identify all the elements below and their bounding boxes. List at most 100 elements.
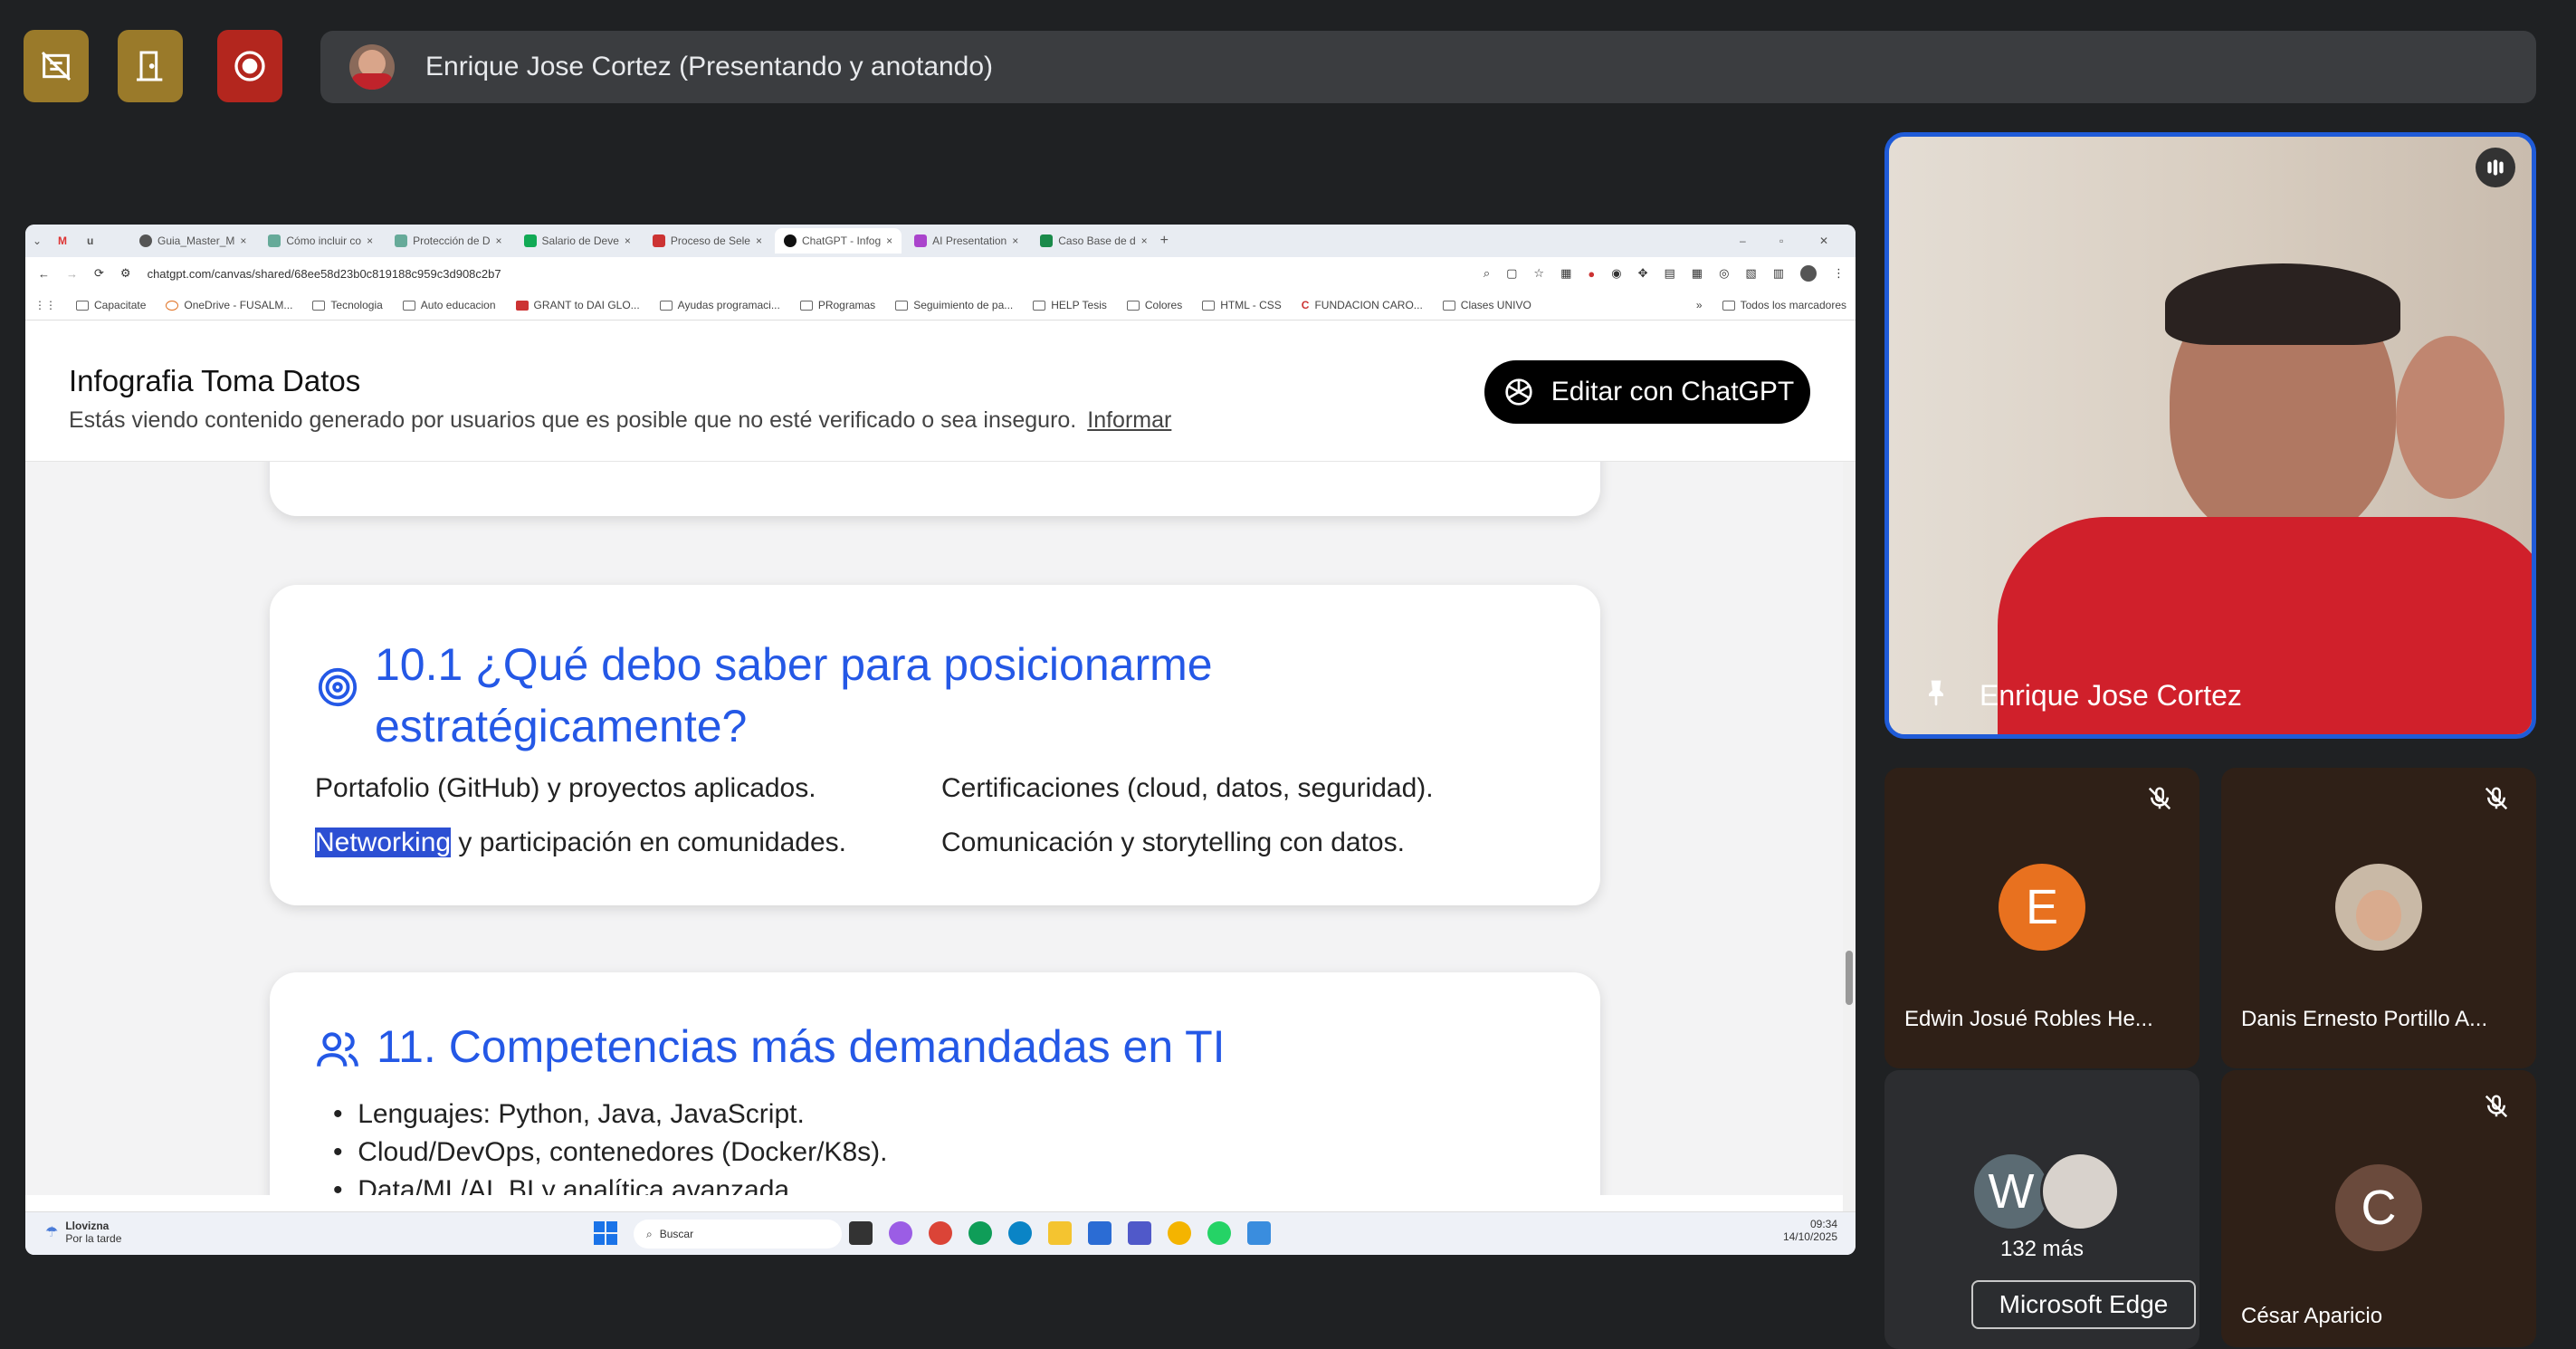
task-view-icon[interactable] bbox=[849, 1221, 873, 1245]
url-text[interactable]: chatgpt.com/canvas/shared/68ee58d23b0c81… bbox=[148, 267, 501, 281]
extension-icon[interactable]: ▦ bbox=[1560, 266, 1571, 281]
list-item: Comunicación y storytelling con datos. bbox=[941, 828, 1405, 857]
list-item: Networking y participación en comunidade… bbox=[315, 828, 846, 857]
maximize-icon[interactable]: ▫ bbox=[1779, 234, 1816, 247]
leave-button[interactable] bbox=[118, 30, 183, 102]
bookmark-item[interactable]: Auto educacion bbox=[402, 299, 496, 311]
main-participant-tile[interactable]: Enrique Jose Cortez bbox=[1884, 132, 2536, 739]
extension-icon[interactable]: ◎ bbox=[1719, 266, 1729, 281]
bookmark-item[interactable]: PRogramas bbox=[799, 299, 875, 311]
extensions-puzzle-icon[interactable]: ✥ bbox=[1638, 266, 1648, 281]
canvas-content: 10.1 ¿Qué debo saber para posicionarme es… bbox=[25, 462, 1856, 1195]
page-scrollbar[interactable] bbox=[1843, 462, 1856, 1211]
tab-search-icon[interactable]: ⌄ bbox=[33, 234, 54, 247]
profile-avatar[interactable] bbox=[1800, 265, 1817, 282]
participant-tile[interactable]: E Edwin Josué Robles He... bbox=[1884, 768, 2199, 1068]
page-icon[interactable]: ▢ bbox=[1506, 266, 1517, 281]
browser-tab[interactable]: Protección de D × bbox=[386, 228, 510, 254]
browser-tab[interactable]: Cómo incluir co × bbox=[259, 228, 382, 254]
menu-icon[interactable]: ⋮ bbox=[1833, 266, 1845, 281]
teams-icon[interactable] bbox=[1128, 1221, 1151, 1245]
extension-icon[interactable]: ◉ bbox=[1611, 266, 1621, 281]
taskbar-search[interactable]: ⌕ Buscar bbox=[634, 1220, 842, 1249]
chrome-icon[interactable] bbox=[968, 1221, 992, 1245]
browser-tab[interactable]: Proceso de Sele × bbox=[644, 228, 771, 254]
bookmark-item[interactable]: Capacitate bbox=[76, 299, 146, 311]
section-10-1-card: 10.1 ¿Qué debo saber para posicionarme es… bbox=[270, 585, 1600, 905]
presenter-bar: Enrique Jose Cortez (Presentando y anota… bbox=[320, 31, 2536, 103]
chrome-icon[interactable] bbox=[1168, 1221, 1191, 1245]
annotation-off-button[interactable] bbox=[24, 30, 89, 102]
apps-icon[interactable]: ⋮⋮ bbox=[34, 299, 56, 311]
extension-icon[interactable]: ▦ bbox=[1692, 266, 1703, 281]
back-icon[interactable]: ← bbox=[38, 267, 50, 281]
gmail-icon[interactable]: M bbox=[58, 234, 80, 247]
presenter-text: Enrique Jose Cortez (Presentando y anota… bbox=[425, 52, 994, 81]
copilot-icon[interactable] bbox=[889, 1221, 912, 1245]
bookmark-star-icon[interactable]: ☆ bbox=[1533, 266, 1544, 281]
participant-tile[interactable]: C César Aparicio bbox=[2221, 1070, 2536, 1347]
bookmark-item[interactable]: Seguimiento de pa... bbox=[895, 299, 1013, 311]
bookmark-item[interactable]: Colores bbox=[1126, 299, 1182, 311]
chrome-icon[interactable] bbox=[929, 1221, 952, 1245]
weather-widget[interactable]: ☂ Llovizna Por la tarde bbox=[45, 1220, 121, 1245]
pinned-tab-u-icon[interactable]: u bbox=[87, 234, 105, 247]
section-heading: 10.1 ¿Qué debo saber para posicionarme es… bbox=[375, 639, 1213, 751]
list-item: Portafolio (GitHub) y proyectos aplicado… bbox=[315, 773, 816, 803]
extension-icon[interactable]: ▧ bbox=[1745, 266, 1756, 281]
participant-name: Enrique Jose Cortez bbox=[1980, 679, 2242, 712]
browser-tab-active[interactable]: ChatGPT - Infog × bbox=[775, 228, 902, 254]
more-bookmarks-icon[interactable]: » bbox=[1696, 299, 1703, 311]
browser-tab[interactable]: AI Presentation × bbox=[905, 228, 1027, 254]
browser-tab[interactable]: Salario de Deve × bbox=[515, 228, 640, 254]
avatar: W bbox=[1971, 1152, 2051, 1231]
forward-icon[interactable]: → bbox=[66, 267, 78, 281]
bookmark-item[interactable]: Ayudas programaci... bbox=[659, 299, 780, 311]
all-bookmarks[interactable]: Todos los marcadores bbox=[1722, 299, 1846, 311]
clock[interactable]: 09:34 14/10/2025 bbox=[1783, 1218, 1837, 1243]
pin-icon[interactable] bbox=[1922, 678, 1951, 707]
record-button[interactable] bbox=[217, 30, 282, 102]
browser-tab[interactable]: Guia_Master_M × bbox=[130, 228, 255, 254]
sidepanel-icon[interactable]: ▥ bbox=[1773, 266, 1784, 281]
report-link[interactable]: Informar bbox=[1087, 407, 1171, 433]
address-bar[interactable]: ← → ⟳ ⚙ chatgpt.com/canvas/shared/68ee58… bbox=[25, 257, 1856, 290]
minimize-icon[interactable]: – bbox=[1740, 234, 1776, 247]
shared-screen: ⌄ M u Guia_Master_M × Cómo incluir co × … bbox=[25, 225, 1856, 1255]
browser-tab[interactable]: Caso Base de d × bbox=[1031, 228, 1156, 254]
avatar bbox=[2335, 864, 2422, 951]
person-hair bbox=[2165, 263, 2400, 345]
app-icon[interactable] bbox=[1247, 1221, 1271, 1245]
bookmark-item[interactable]: Tecnologia bbox=[312, 299, 383, 311]
edit-with-chatgpt-button[interactable]: Editar con ChatGPT bbox=[1484, 360, 1810, 424]
search-icon: ⌕ bbox=[646, 1227, 653, 1240]
bookmark-item[interactable]: HELP Tesis bbox=[1033, 299, 1107, 311]
avatar: E bbox=[1999, 864, 2085, 951]
selected-text[interactable]: Networking bbox=[315, 828, 452, 857]
windows-start-icon[interactable] bbox=[594, 1221, 619, 1247]
record-icon bbox=[234, 51, 265, 81]
site-info-icon[interactable]: ⚙ bbox=[120, 266, 131, 281]
participant-tile[interactable]: Danis Ernesto Portillo A... bbox=[2221, 768, 2536, 1068]
page-header: Infografia Toma Datos Estás viendo conte… bbox=[25, 321, 1856, 462]
bookmark-item[interactable]: OneDrive - FUSALM... bbox=[166, 299, 292, 311]
reload-icon[interactable]: ⟳ bbox=[94, 266, 104, 281]
edge-icon[interactable] bbox=[1008, 1221, 1032, 1245]
bookmark-item[interactable]: C FUNDACION CARO... bbox=[1302, 299, 1423, 311]
presenter-avatar bbox=[349, 44, 395, 90]
target-icon bbox=[318, 667, 358, 707]
bookmark-item[interactable]: Clases UNIVO bbox=[1442, 299, 1531, 311]
more-count: 132 más bbox=[1999, 1237, 2085, 1261]
openai-logo-icon bbox=[1505, 378, 1532, 406]
extension-icon[interactable]: ● bbox=[1588, 267, 1595, 281]
file-explorer-icon[interactable] bbox=[1048, 1221, 1072, 1245]
store-icon[interactable] bbox=[1088, 1221, 1111, 1245]
bookmark-item[interactable]: HTML - CSS bbox=[1202, 299, 1282, 311]
whatsapp-icon[interactable] bbox=[1207, 1221, 1231, 1245]
new-tab-icon[interactable]: + bbox=[1160, 233, 1169, 249]
participant-name: César Aparicio bbox=[2241, 1304, 2383, 1328]
close-window-icon[interactable]: ✕ bbox=[1819, 234, 1856, 247]
extension-icon[interactable]: ▤ bbox=[1664, 266, 1674, 281]
zoom-icon[interactable]: ⌕ bbox=[1484, 266, 1490, 281]
bookmark-item[interactable]: GRANT to DAI GLO... bbox=[515, 299, 640, 311]
